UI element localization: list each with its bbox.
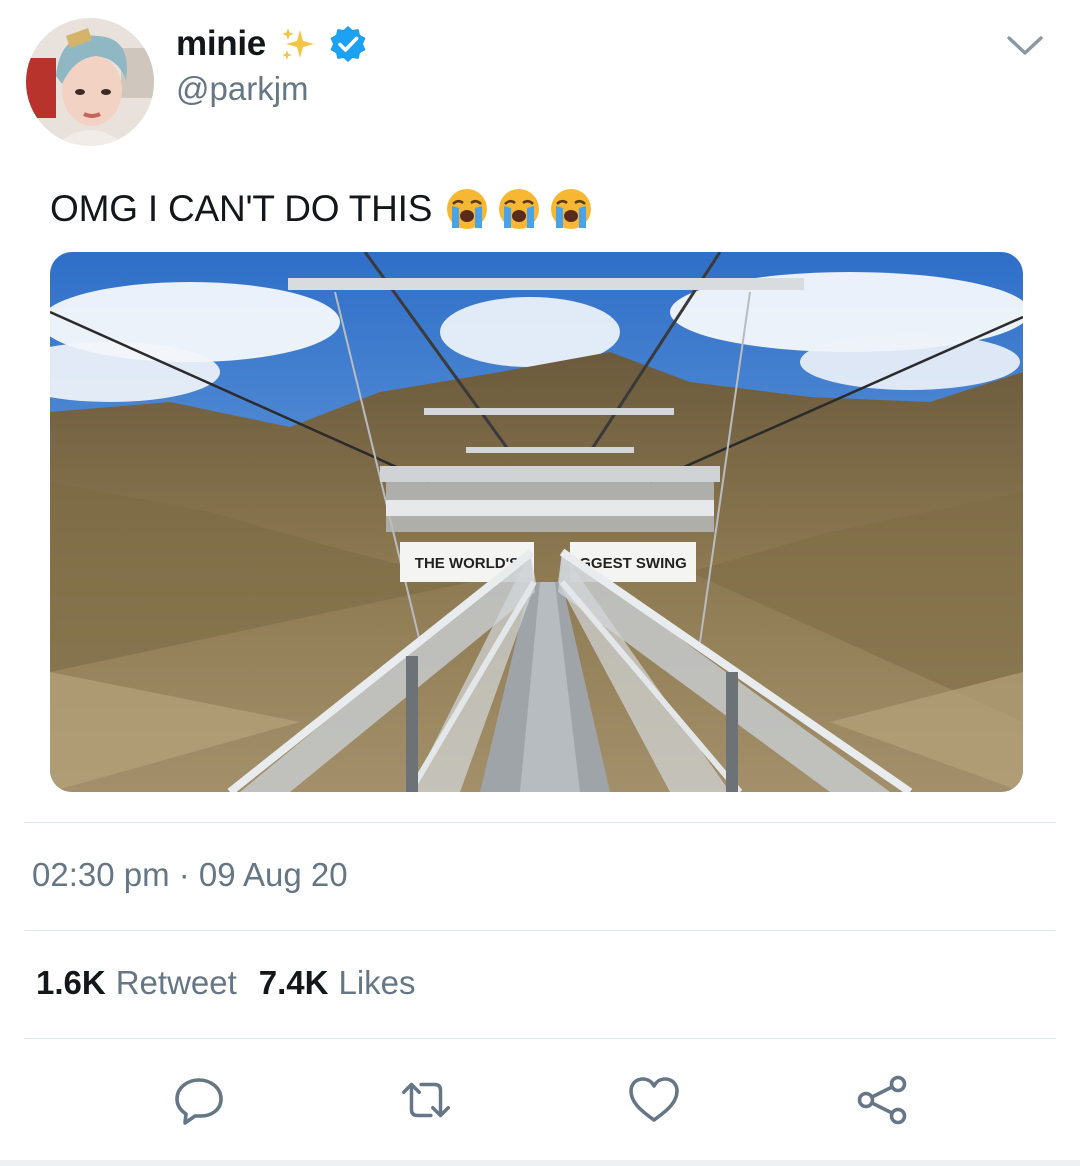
more-options-button[interactable] — [1003, 30, 1047, 66]
sign-right: GGEST SWING — [579, 555, 687, 572]
sparkles-icon — [280, 26, 316, 62]
reply-icon — [175, 1078, 223, 1125]
loudly-crying-face-icon — [499, 189, 540, 229]
emoji-group — [444, 186, 600, 232]
tweet-text-content: OMG I CAN'T DO THIS — [50, 188, 433, 229]
chevron-down-icon — [1005, 34, 1045, 63]
heart-icon — [629, 1077, 679, 1122]
display-name[interactable]: minie — [176, 24, 266, 64]
loudly-crying-face-icon — [551, 189, 592, 229]
divider — [24, 822, 1056, 823]
likes-count[interactable]: 7.4K — [259, 964, 329, 1002]
tweet-timestamp[interactable]: 02:30 pm · 09 Aug 20 — [32, 856, 348, 894]
author-handle[interactable]: @parkjm — [176, 70, 309, 108]
bottom-separator — [0, 1160, 1080, 1166]
tweet-media-image[interactable]: THE WORLD'S GGEST SWING — [50, 252, 1023, 792]
author-name-row[interactable]: minie — [176, 22, 368, 66]
loudly-crying-face-icon — [447, 189, 488, 229]
retweet-button[interactable] — [396, 1070, 456, 1130]
retweet-icon — [402, 1082, 450, 1118]
tweet-detail: minie @parkjm OMG I CAN'T DO THIS THE WO… — [0, 0, 1080, 1166]
action-bar — [0, 1070, 1080, 1130]
share-icon — [857, 1075, 907, 1125]
verified-badge-icon — [328, 24, 368, 64]
tweet-text: OMG I CAN'T DO THIS — [50, 184, 600, 234]
likes-label[interactable]: Likes — [339, 964, 416, 1002]
divider — [24, 1038, 1056, 1039]
divider — [24, 930, 1056, 931]
reply-button[interactable] — [169, 1070, 229, 1130]
sign-left: THE WORLD'S — [415, 555, 519, 572]
like-button[interactable] — [624, 1070, 684, 1130]
share-button[interactable] — [852, 1070, 912, 1130]
retweet-label[interactable]: Retweet — [116, 964, 237, 1002]
retweet-count[interactable]: 1.6K — [36, 964, 106, 1002]
avatar[interactable] — [26, 18, 154, 146]
engagement-stats: 1.6K Retweet 7.4K Likes — [36, 964, 438, 1002]
